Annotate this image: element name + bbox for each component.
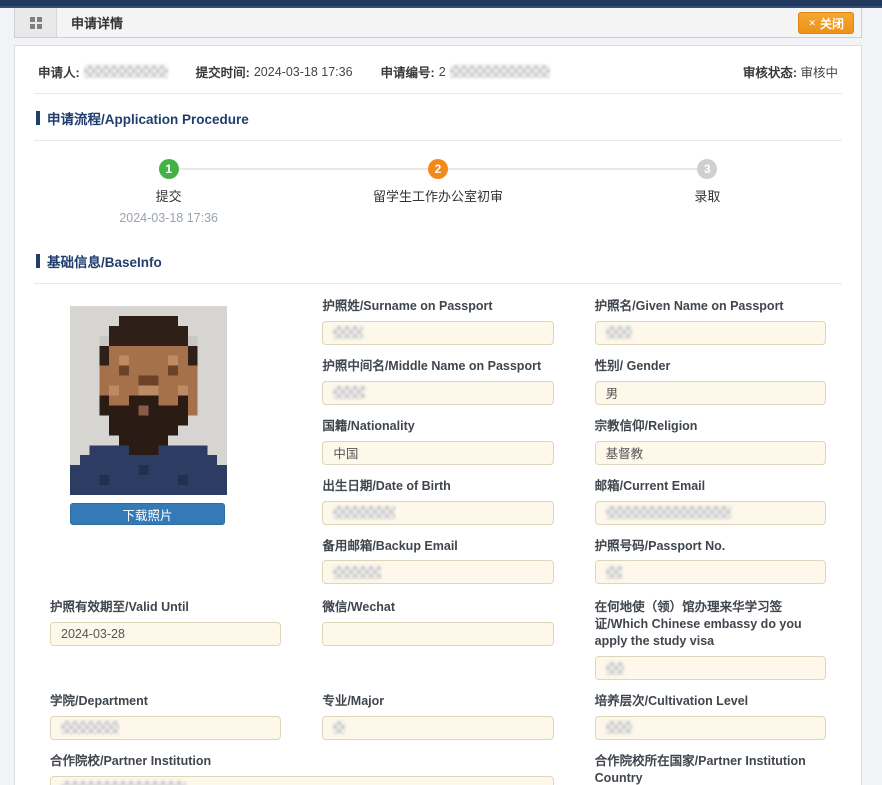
section-bar xyxy=(36,254,40,268)
field-valid-until: 护照有效期至/Valid Until 2024-03-28 xyxy=(50,599,281,680)
divider xyxy=(34,283,842,284)
base-info-row-d: 合作院校/Partner Institution 合作院校所在国家/Partne… xyxy=(34,753,842,785)
major-input[interactable] xyxy=(322,716,553,740)
applicant-photo xyxy=(70,306,227,495)
applicant-redacted-value xyxy=(84,65,168,78)
step-office-review: 2 留学生工作办公室初审 xyxy=(303,159,572,225)
submit-time-label: 提交时间: xyxy=(196,62,250,81)
step-circle-pending: 3 xyxy=(697,159,717,179)
backup-email-input[interactable] xyxy=(322,560,553,584)
field-nationality: 国籍/Nationality 中国 xyxy=(322,418,553,465)
department-input[interactable] xyxy=(50,716,281,740)
section-bar xyxy=(36,111,40,125)
step-time: 2024-03-18 17:36 xyxy=(34,211,303,225)
submit-time-value: 2024-03-18 17:36 xyxy=(254,65,353,79)
section-base-info: 基础信息/BaseInfo xyxy=(36,251,842,271)
embassy-input[interactable] xyxy=(595,656,826,680)
step-label: 提交 xyxy=(34,186,303,205)
field-major: 专业/Major xyxy=(322,693,553,740)
field-surname: 护照姓/Surname on Passport xyxy=(322,298,553,345)
step-label: 留学生工作办公室初审 xyxy=(303,186,572,205)
close-icon: ✕ xyxy=(808,18,816,29)
application-no-field: 申请编号: 2 xyxy=(381,62,550,81)
section-title: 基础信息/BaseInfo xyxy=(47,251,162,271)
application-no-redacted-value xyxy=(450,65,550,78)
valid-until-input[interactable]: 2024-03-28 xyxy=(50,622,281,646)
field-gender: 性别/ Gender 男 xyxy=(595,358,826,405)
field-wechat: 微信/Wechat xyxy=(322,599,553,680)
field-passport-no: 护照号码/Passport No. xyxy=(595,538,826,585)
review-status-field: 审核状态: 审核中 xyxy=(743,62,838,81)
field-current-email: 邮箱/Current Email xyxy=(595,478,826,525)
review-status-label: 审核状态: xyxy=(743,66,797,80)
application-detail-card: 申请人: 提交时间: 2024-03-18 17:36 申请编号: 2 审核状态… xyxy=(14,45,862,785)
divider xyxy=(34,93,842,94)
close-button[interactable]: ✕ 关闭 xyxy=(798,12,854,34)
grid-icon xyxy=(30,17,42,29)
review-status-value: 审核中 xyxy=(800,66,838,80)
page-titlebar: 申请详情 ✕ 关闭 xyxy=(14,8,862,38)
step-circle-current: 2 xyxy=(428,159,448,179)
nationality-input[interactable]: 中国 xyxy=(322,441,553,465)
download-photo-button[interactable]: 下载照片 xyxy=(70,503,225,525)
date-of-birth-input[interactable] xyxy=(322,501,553,525)
field-department: 学院/Department xyxy=(50,693,281,740)
application-no-label: 申请编号: xyxy=(381,62,435,81)
base-info-row-c: 学院/Department 专业/Major 培养层次/Cultivation … xyxy=(34,693,842,753)
field-embassy: 在何地使（领）馆办理来华学习签证/Which Chinese embassy d… xyxy=(595,599,826,680)
application-no-prefix: 2 xyxy=(439,65,446,79)
submit-time-field: 提交时间: 2024-03-18 17:36 xyxy=(196,62,353,81)
top-navbar xyxy=(0,0,882,8)
base-info-col-middle: 护照姓/Surname on Passport 护照中间名/Middle Nam… xyxy=(322,298,553,597)
field-date-of-birth: 出生日期/Date of Birth xyxy=(322,478,553,525)
application-meta-row: 申请人: 提交时间: 2024-03-18 17:36 申请编号: 2 审核状态… xyxy=(34,58,842,81)
middle-name-input[interactable] xyxy=(322,381,553,405)
field-religion: 宗教信仰/Religion 基督教 xyxy=(595,418,826,465)
wechat-input[interactable] xyxy=(322,622,553,646)
applicant-field: 申请人: xyxy=(38,62,168,81)
gender-input[interactable]: 男 xyxy=(595,381,826,405)
current-email-input[interactable] xyxy=(595,501,826,525)
close-label: 关闭 xyxy=(820,15,844,32)
base-info-col-right: 护照名/Given Name on Passport 性别/ Gender 男 … xyxy=(595,298,826,597)
field-cultivation-level: 培养层次/Cultivation Level xyxy=(595,693,826,740)
photo-cell: 下载照片 xyxy=(50,298,281,597)
passport-no-input[interactable] xyxy=(595,560,826,584)
field-partner-country: 合作院校所在国家/Partner Institution Country xyxy=(595,753,826,785)
menu-grid-iconbox[interactable] xyxy=(15,8,57,37)
step-circle-done: 1 xyxy=(159,159,179,179)
page-title: 申请详情 xyxy=(71,13,123,32)
divider xyxy=(34,140,842,141)
field-given-name: 护照名/Given Name on Passport xyxy=(595,298,826,345)
section-title: 申请流程/Application Procedure xyxy=(47,108,249,128)
field-backup-email: 备用邮箱/Backup Email xyxy=(322,538,553,585)
section-application-procedure: 申请流程/Application Procedure xyxy=(36,108,842,128)
field-partner-institution: 合作院校/Partner Institution xyxy=(50,753,554,785)
procedure-stepper: 1 提交 2024-03-18 17:36 2 留学生工作办公室初审 3 录取 xyxy=(34,159,842,237)
base-info-row-a: 下载照片 护照姓/Surname on Passport 护照中间名/Middl… xyxy=(34,298,842,597)
surname-input[interactable] xyxy=(322,321,553,345)
base-info-row-b: 护照有效期至/Valid Until 2024-03-28 微信/Wechat … xyxy=(34,599,842,693)
given-name-input[interactable] xyxy=(595,321,826,345)
cultivation-level-input[interactable] xyxy=(595,716,826,740)
step-submitted: 1 提交 2024-03-18 17:36 xyxy=(34,159,303,225)
religion-input[interactable]: 基督教 xyxy=(595,441,826,465)
applicant-label: 申请人: xyxy=(38,62,80,81)
step-label: 录取 xyxy=(573,186,842,205)
partner-institution-input[interactable] xyxy=(50,776,554,785)
field-middle-name: 护照中间名/Middle Name on Passport xyxy=(322,358,553,405)
step-admission: 3 录取 xyxy=(573,159,842,225)
